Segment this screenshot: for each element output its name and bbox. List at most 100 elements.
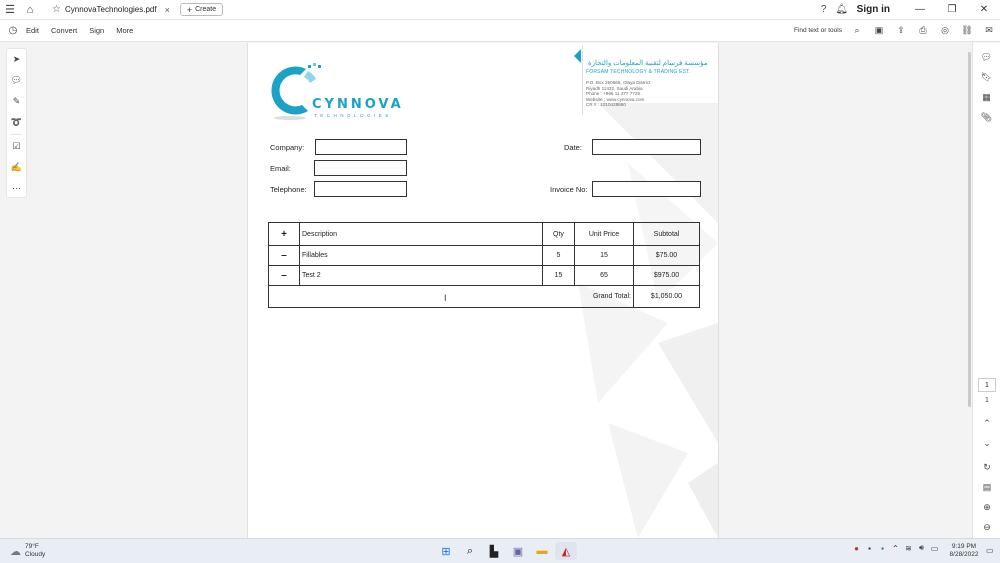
address-line: CR # : 1010428860 (586, 102, 626, 108)
comments-panel-icon[interactable]: 💬︎ (973, 47, 1000, 67)
search-icon[interactable]: ⌕ (846, 25, 868, 36)
notification-icon[interactable]: ▭ (986, 546, 994, 555)
right-tool-rail: 💬︎ 🔖︎ ▦ 📎︎ ⌃ ⌄ ↻ ▤ ⊕ ⊖ (972, 43, 1000, 538)
bell-icon[interactable]: 🔔︎ (833, 4, 851, 15)
close-window-icon[interactable]: ✕ (968, 4, 1000, 15)
logo-name: CYNNOVA (312, 97, 404, 112)
add-row-button[interactable]: + (268, 222, 300, 246)
bookmarks-icon[interactable]: 🔖︎ (973, 67, 1000, 87)
weather-desc: Cloudy (25, 551, 46, 558)
search-icon[interactable]: ⌕ (459, 542, 481, 560)
current-page-box[interactable]: 1 (978, 378, 996, 392)
page-down-icon[interactable]: ⌄ (973, 433, 1000, 453)
tray-app-icon[interactable]: ▪ (876, 544, 889, 553)
row-description[interactable]: Fillables (299, 245, 543, 266)
chat-icon[interactable]: ▣ (507, 542, 529, 560)
fit-page-icon[interactable]: ▤ (973, 477, 1000, 497)
divider (11, 134, 22, 135)
menu-edit[interactable]: Edit (26, 26, 39, 35)
invoice-table: + Description Qty Unit Price Subtotal – … (268, 222, 700, 308)
highlight-icon[interactable]: ✎ (7, 91, 26, 112)
logo-tagline: TECHNOLOGIES (314, 113, 392, 118)
date-field[interactable] (592, 139, 701, 155)
menu-more[interactable]: More (116, 26, 133, 35)
logo-mark (271, 63, 321, 120)
task-view-icon[interactable]: ▙ (483, 542, 505, 560)
telephone-label: Telephone: (270, 185, 307, 194)
link-icon[interactable]: ⛓ (956, 25, 978, 36)
select-tool-icon[interactable]: ➤ (7, 49, 26, 70)
total-pages: 1 (985, 397, 989, 404)
system-tray: ● ▪ ▪ ⌃ ≋ 🔊︎ ▭ (850, 543, 941, 553)
row-unit-price[interactable]: 65 (574, 265, 634, 286)
battery-icon[interactable]: ▭ (928, 544, 941, 553)
share-icon[interactable]: ◎ (934, 25, 956, 36)
acrobat-icon[interactable]: ◭ (555, 542, 577, 560)
file-explorer-icon[interactable]: ▬ (531, 542, 553, 560)
email-label: Email: (270, 164, 291, 173)
left-tool-rail: ➤ 💬︎ ✎ ➰ ☑ ✍ ⋯ (6, 48, 27, 198)
zoom-out-icon[interactable]: ⊖ (973, 517, 1000, 537)
row-subtotal: $975.00 (633, 265, 700, 286)
clock[interactable]: 9:19 PM 8/28/2022 (946, 543, 982, 559)
windows-start-icon[interactable]: ⊞ (435, 542, 457, 560)
lasso-icon[interactable]: ➰ (7, 112, 26, 133)
fill-sign-icon[interactable]: ☑ (7, 136, 26, 157)
telephone-field[interactable] (314, 181, 407, 197)
tray-app-icon[interactable]: ▪ (863, 544, 876, 553)
company-field[interactable] (315, 139, 407, 155)
view-controls: ↻ ▤ ⊕ ⊖ (973, 457, 1000, 537)
header-subtotal: Subtotal (633, 222, 700, 246)
find-tools-label[interactable]: Find text or tools (794, 27, 842, 34)
email-field[interactable] (314, 160, 407, 176)
pdf-page: CYNNOVA TECHNOLOGIES مؤسسة فرسام لتقنية … (247, 43, 719, 538)
history-icon[interactable]: ◷ (0, 25, 26, 36)
menu-convert[interactable]: Convert (51, 26, 77, 35)
upload-icon[interactable]: ⇪ (890, 25, 912, 36)
volume-icon[interactable]: 🔊︎ (915, 543, 928, 553)
cloud-icon: ☁ (10, 545, 21, 558)
home-icon[interactable]: ⌂ (20, 0, 40, 20)
restore-icon[interactable]: ❐ (936, 4, 968, 15)
weather-widget[interactable]: ☁ 79°F Cloudy (10, 543, 45, 559)
comment-icon[interactable]: 💬︎ (7, 70, 26, 91)
vertical-scrollbar[interactable] (968, 52, 971, 407)
invoice-no-field[interactable] (592, 181, 701, 197)
row-qty[interactable]: 5 (542, 245, 575, 266)
create-button[interactable]: + Create (179, 3, 224, 16)
edit-form-icon[interactable]: ✍ (7, 157, 26, 178)
zoom-in-icon[interactable]: ⊕ (973, 497, 1000, 517)
thumbnails-icon[interactable]: ▦ (973, 87, 1000, 107)
remove-row-button[interactable]: – (268, 265, 300, 286)
title-bar: ☰ ⌂ ☆ CynnovaTechnologies.pdf × + Create… (0, 0, 1000, 20)
rotate-icon[interactable]: ↻ (973, 457, 1000, 477)
save-icon[interactable]: ▣ (868, 25, 890, 36)
email-icon[interactable]: ✉ (978, 25, 1000, 36)
menu-icon[interactable]: ☰ (0, 0, 20, 20)
text-cursor-icon: I (444, 293, 447, 303)
tab-document[interactable]: ☆ CynnovaTechnologies.pdf × (46, 1, 176, 18)
star-icon[interactable]: ☆ (52, 4, 61, 15)
close-tab-icon[interactable]: × (165, 5, 170, 15)
chevron-up-icon[interactable]: ⌃ (889, 544, 902, 553)
page-up-icon[interactable]: ⌃ (973, 413, 1000, 433)
minimize-icon[interactable]: — (904, 4, 936, 15)
page-nav-arrows: ⌃ ⌄ (973, 413, 1000, 453)
create-label: Create (195, 6, 217, 13)
header-qty: Qty (542, 222, 575, 246)
tray-app-icon[interactable]: ● (850, 544, 863, 553)
print-icon[interactable]: ⎙ (912, 25, 934, 36)
table-header-row: + Description Qty Unit Price Subtotal (268, 222, 700, 246)
grand-total-value: $1,050.00 (633, 285, 700, 308)
row-qty[interactable]: 15 (542, 265, 575, 286)
menu-sign[interactable]: Sign (89, 26, 104, 35)
row-unit-price[interactable]: 15 (574, 245, 634, 266)
brand-triangle (574, 49, 581, 63)
row-description[interactable]: Test 2 (299, 265, 543, 286)
remove-row-button[interactable]: – (268, 245, 300, 266)
wifi-icon[interactable]: ≋ (902, 544, 915, 553)
more-tools-icon[interactable]: ⋯ (7, 178, 26, 199)
attachments-icon[interactable]: 📎︎ (973, 107, 1000, 127)
help-icon[interactable]: ? (815, 4, 833, 15)
sign-in-button[interactable]: Sign in (857, 4, 890, 15)
